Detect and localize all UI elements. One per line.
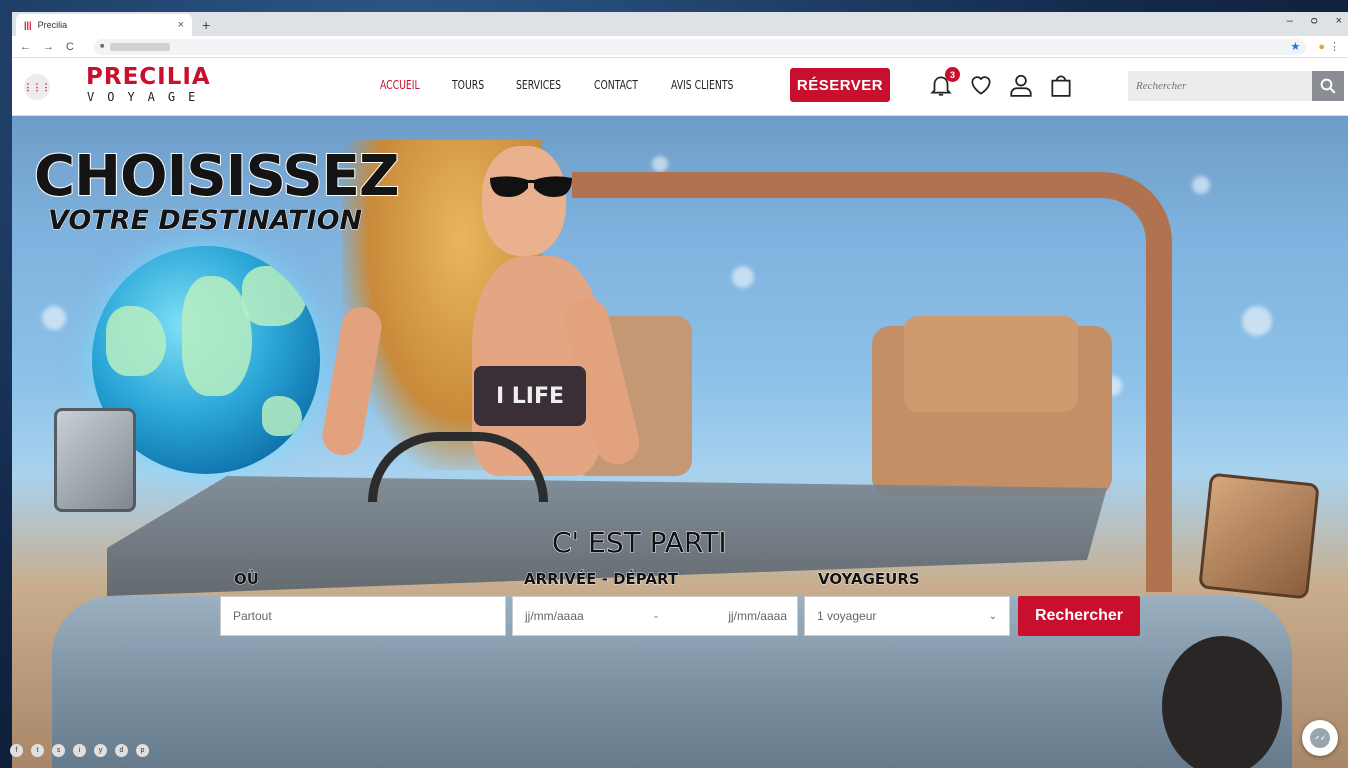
search-icon bbox=[1320, 78, 1336, 94]
site-search bbox=[1128, 71, 1344, 101]
back-button[interactable]: ← bbox=[20, 41, 31, 53]
search-submit-button[interactable]: Rechercher bbox=[1018, 596, 1140, 636]
bell-icon[interactable]: 3 bbox=[928, 67, 960, 98]
search-input[interactable] bbox=[1128, 71, 1312, 101]
departure-date-input[interactable]: jj/mm/aaaa bbox=[728, 609, 787, 623]
logo-line2: VOYAGE bbox=[87, 90, 209, 104]
where-label: OÙ bbox=[234, 570, 260, 589]
tab-close-button[interactable]: × bbox=[178, 19, 184, 31]
sparkle bbox=[652, 156, 668, 172]
where-value: Partout bbox=[233, 609, 272, 623]
travelers-label: VOYAGEURS bbox=[818, 570, 921, 589]
nav-reviews[interactable]: AVIS CLIENTS bbox=[671, 78, 733, 92]
sunglasses-image bbox=[490, 176, 572, 197]
nav-home[interactable]: ACCUEIL bbox=[380, 78, 420, 92]
jeep-headrest bbox=[904, 316, 1078, 412]
bag-icon[interactable] bbox=[1048, 72, 1074, 98]
nav-services[interactable]: SERVICES bbox=[516, 78, 561, 92]
pinterest-icon[interactable]: p bbox=[136, 744, 149, 757]
woman-face bbox=[482, 146, 566, 256]
heart-icon[interactable] bbox=[968, 72, 994, 98]
maximize-button[interactable]: ᴑ bbox=[1311, 15, 1318, 27]
social-links: f t s i y d p bbox=[10, 744, 149, 757]
reserve-button[interactable]: RÉSERVER bbox=[790, 68, 890, 102]
dates-label: ARRIVÉE - DÉPART bbox=[524, 570, 679, 589]
form-title: C' EST PARTI bbox=[552, 526, 728, 560]
address-bar: ← → C ■ ★ ● ⋮ bbox=[12, 36, 1348, 58]
browser-window: ||| Precilia × + – ᴑ × ← → C ■ ★ ● ⋮ ⋮⋮⋮… bbox=[12, 12, 1348, 768]
headline-small: VOTRE DESTINATION bbox=[48, 205, 363, 236]
search-button[interactable] bbox=[1312, 71, 1344, 101]
main-nav: ACCUEIL TOURS SERVICES CONTACT AVIS CLIE… bbox=[380, 78, 743, 92]
sparkle bbox=[1242, 306, 1272, 336]
trip-search-form: C' EST PARTI OÙ Partout ARRIVÉE - DÉPART… bbox=[12, 526, 1348, 666]
browser-tab[interactable]: ||| Precilia × bbox=[16, 14, 192, 36]
swimsuit-print: I LIFE bbox=[474, 366, 586, 426]
facebook-icon[interactable]: f bbox=[10, 744, 23, 757]
tab-bar: ||| Precilia × + – ᴑ × bbox=[12, 12, 1348, 36]
date-range-input[interactable]: jj/mm/aaaa - jj/mm/aaaa bbox=[512, 596, 798, 636]
logo[interactable]: PRECILIA VOYAGE bbox=[86, 64, 211, 104]
forward-button[interactable]: → bbox=[43, 41, 54, 53]
logo-line1: PRECILIA bbox=[86, 64, 211, 90]
notification-badge: 3 bbox=[945, 67, 960, 82]
reload-button[interactable]: C bbox=[66, 41, 74, 53]
date-separator: - bbox=[654, 609, 658, 623]
new-tab-button[interactable]: + bbox=[202, 14, 210, 36]
extension-icon[interactable]: ● bbox=[1318, 41, 1325, 53]
omnibox[interactable]: ■ ★ bbox=[93, 38, 1307, 55]
hero-headline: CHOISISSEZ VOTRE DESTINATION bbox=[33, 144, 401, 237]
where-input[interactable]: Partout bbox=[220, 596, 506, 636]
messenger-icon bbox=[1310, 728, 1330, 748]
header-icons: 3 bbox=[928, 67, 1074, 98]
instagram-icon[interactable]: i bbox=[73, 744, 86, 757]
youtube-icon[interactable]: y bbox=[94, 744, 107, 757]
close-window-button[interactable]: × bbox=[1336, 15, 1342, 27]
menu-icon[interactable]: ⋮⋮⋮ bbox=[24, 74, 51, 100]
sparkle bbox=[1192, 176, 1210, 194]
nav-tours[interactable]: TOURS bbox=[452, 78, 484, 92]
travelers-select[interactable]: 1 voyageur ⌄ bbox=[804, 596, 1010, 636]
bookmark-star-icon[interactable]: ★ bbox=[1290, 40, 1300, 53]
minimize-button[interactable]: – bbox=[1287, 15, 1293, 27]
arrival-date-input[interactable]: jj/mm/aaaa bbox=[525, 609, 584, 623]
messenger-chat-button[interactable] bbox=[1302, 720, 1338, 756]
snapchat-icon[interactable]: s bbox=[52, 744, 65, 757]
jeep-mirror-left bbox=[54, 408, 136, 512]
hero-banner: I LIFE CHOISISSEZ VOTRE DESTINATION bbox=[12, 116, 1348, 768]
browser-menu-icon[interactable]: ⋮ bbox=[1329, 40, 1340, 53]
window-controls: – ᴑ × bbox=[1287, 15, 1342, 27]
twitter-icon[interactable]: t bbox=[31, 744, 44, 757]
url-text bbox=[110, 42, 171, 51]
travelers-value: 1 voyageur bbox=[817, 609, 877, 623]
tab-title: Precilia bbox=[37, 20, 68, 30]
sparkle bbox=[42, 306, 66, 330]
dailymotion-icon[interactable]: d bbox=[115, 744, 128, 757]
favicon-icon: ||| bbox=[24, 20, 32, 30]
user-icon[interactable] bbox=[1008, 72, 1034, 98]
headline-big: CHOISISSEZ bbox=[33, 144, 401, 209]
chevron-down-icon: ⌄ bbox=[988, 610, 997, 622]
nav-contact[interactable]: CONTACT bbox=[594, 78, 638, 92]
site-header: ⋮⋮⋮ PRECILIA VOYAGE ACCUEIL TOURS SERVIC… bbox=[12, 58, 1348, 116]
lock-icon: ■ bbox=[99, 43, 105, 50]
